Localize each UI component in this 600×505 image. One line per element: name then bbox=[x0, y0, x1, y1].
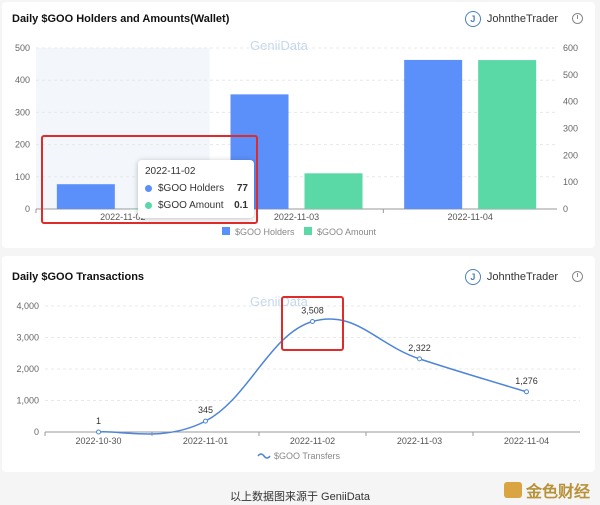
x-tick-label: 2022-11-01 bbox=[183, 436, 228, 446]
data-point bbox=[417, 356, 422, 362]
highlight-box bbox=[281, 296, 344, 351]
y-tick: 1,000 bbox=[16, 396, 39, 406]
y-tick: 2,000 bbox=[16, 364, 39, 374]
data-point bbox=[96, 429, 101, 435]
brand-name: 金色财经 bbox=[525, 484, 590, 501]
brand-icon bbox=[503, 482, 522, 498]
brand-logo: 金色财经 bbox=[503, 478, 590, 502]
data-label: 2,322 bbox=[408, 343, 431, 353]
transactions-chart: 01,0002,0003,0004,000 GeniiData2022-10-30… bbox=[16, 294, 580, 461]
legend-line-icon bbox=[257, 453, 271, 459]
x-tick-label: 2022-11-04 bbox=[504, 436, 549, 446]
legend-label: $GOO Transfers bbox=[274, 451, 341, 461]
x-tick-label: 2022-11-02 bbox=[290, 436, 335, 446]
y-tick: 0 bbox=[34, 427, 39, 437]
x-tick-label: 2022-10-30 bbox=[75, 436, 121, 446]
data-label: 1 bbox=[96, 416, 101, 426]
data-label: 345 bbox=[198, 405, 213, 415]
data-label: 1,276 bbox=[515, 376, 538, 386]
data-point bbox=[203, 418, 208, 424]
y-tick: 3,000 bbox=[16, 333, 39, 343]
x-tick-label: 2022-11-03 bbox=[397, 436, 442, 446]
data-point bbox=[524, 389, 529, 395]
y-tick: 4,000 bbox=[16, 301, 39, 311]
